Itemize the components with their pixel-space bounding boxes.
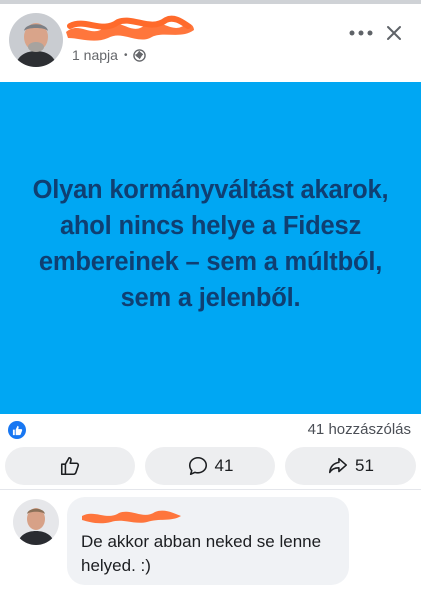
comment-bubble[interactable]: De akkor abban neked se lenne helyed. :) [67, 497, 349, 585]
more-dots-icon [349, 30, 373, 36]
redacted-commenter-name [82, 510, 181, 524]
post-time[interactable]: 1 napja [72, 47, 118, 63]
share-button[interactable]: 51 [285, 447, 416, 485]
redacted-author-name [66, 15, 194, 41]
close-icon [387, 26, 401, 40]
top-strip [0, 0, 421, 4]
post-text: Olyan kormányváltást akarok, ahol nincs … [32, 176, 389, 312]
thumbs-up-icon [60, 456, 80, 476]
comment-icon [188, 456, 207, 476]
globe-icon [133, 48, 147, 62]
author-avatar[interactable] [9, 13, 63, 67]
comment-button[interactable]: 41 [145, 447, 275, 485]
comment-text: De akkor abban neked se lenne helyed. :) [81, 532, 322, 575]
more-options-button[interactable] [348, 22, 374, 44]
commenter-avatar[interactable] [13, 499, 59, 545]
post-image-card[interactable]: Olyan kormányváltást akarok, ahol nincs … [0, 82, 421, 414]
like-reaction-icon[interactable] [8, 421, 26, 439]
comment-count-link[interactable]: 41 hozzászólás [308, 421, 411, 438]
comment-count: 41 [214, 456, 234, 475]
post-meta: 1 napja • [72, 46, 147, 64]
like-button[interactable] [5, 447, 135, 485]
meta-separator: • [123, 49, 128, 61]
share-count: 51 [355, 456, 374, 475]
share-icon [329, 457, 348, 474]
divider [0, 489, 421, 490]
close-button[interactable] [383, 22, 405, 44]
